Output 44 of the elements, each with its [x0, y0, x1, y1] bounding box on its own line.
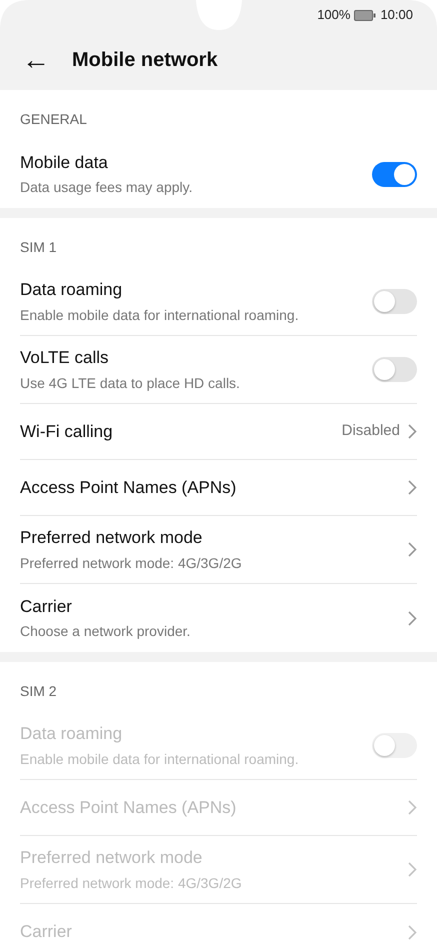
row-value: Disabled [342, 421, 400, 442]
page-title: Mobile network [72, 48, 218, 73]
row-title: Carrier [20, 596, 73, 618]
battery-percent: 100% [317, 6, 350, 24]
settings-row[interactable]: Preferred network mode Preferred network mode: 4G/3G/2G [20, 516, 417, 584]
section-header: SIM 2 [19, 682, 58, 701]
back-button[interactable]: ← [18, 46, 54, 74]
section-header: GENERAL [19, 110, 88, 129]
row-subtitle: Data usage fees may apply. [20, 178, 193, 198]
row-subtitle: Enable mobile data for international roaming. [20, 306, 299, 325]
chevron-icon [408, 424, 417, 439]
settings-row[interactable]: Data roaming Enable mobile data for international roaming. [20, 268, 417, 336]
chevron-icon [408, 800, 417, 815]
chevron-icon [408, 924, 417, 940]
settings-row[interactable]: VoLTE calls Use 4G LTE data to place HD calls. [20, 336, 417, 404]
row-subtitle: Preferred network mode: 4G/3G/2G [20, 874, 242, 893]
row-title: VoLTE calls [20, 347, 110, 370]
toggle-switch[interactable] [372, 289, 417, 314]
settings-row[interactable]: Mobile data Data usage fees may apply. [20, 140, 417, 208]
row-title: Data roaming [20, 279, 124, 302]
chevron-icon [408, 862, 417, 877]
row-subtitle: Use 4G LTE data to place HD calls. [20, 374, 240, 393]
settings-row[interactable]: Access Point Names (APNs) [20, 460, 417, 516]
row-title: Mobile data [20, 152, 109, 174]
row-subtitle: Choose a network provider. [20, 622, 190, 642]
row-subtitle: Preferred network mode: 4G/3G/2G [20, 554, 242, 573]
row-title: Access Point Names (APNs) [20, 796, 236, 819]
row-subtitle: Enable mobile data for international roaming. [20, 750, 299, 769]
toggle-switch[interactable] [372, 162, 417, 186]
row-title: Wi-Fi calling [20, 420, 113, 443]
row-title: Preferred network mode [20, 847, 204, 870]
row-title: Access Point Names (APNs) [20, 476, 236, 499]
toggle-switch[interactable] [372, 357, 417, 382]
chevron-icon [408, 610, 417, 626]
chevron-icon [408, 542, 417, 557]
chevron-icon [408, 480, 417, 495]
row-title: Preferred network mode [20, 527, 204, 550]
status-time: 10:00 [380, 6, 413, 24]
settings-row[interactable]: Carrier Choose a network provider. [20, 584, 417, 652]
battery-icon [354, 10, 376, 20]
section-header: SIM 1 [19, 238, 58, 257]
row-title: Data roaming [20, 723, 124, 746]
settings-row[interactable]: Wi-Fi calling Disabled [20, 404, 417, 460]
row-title: Carrier [20, 921, 72, 944]
